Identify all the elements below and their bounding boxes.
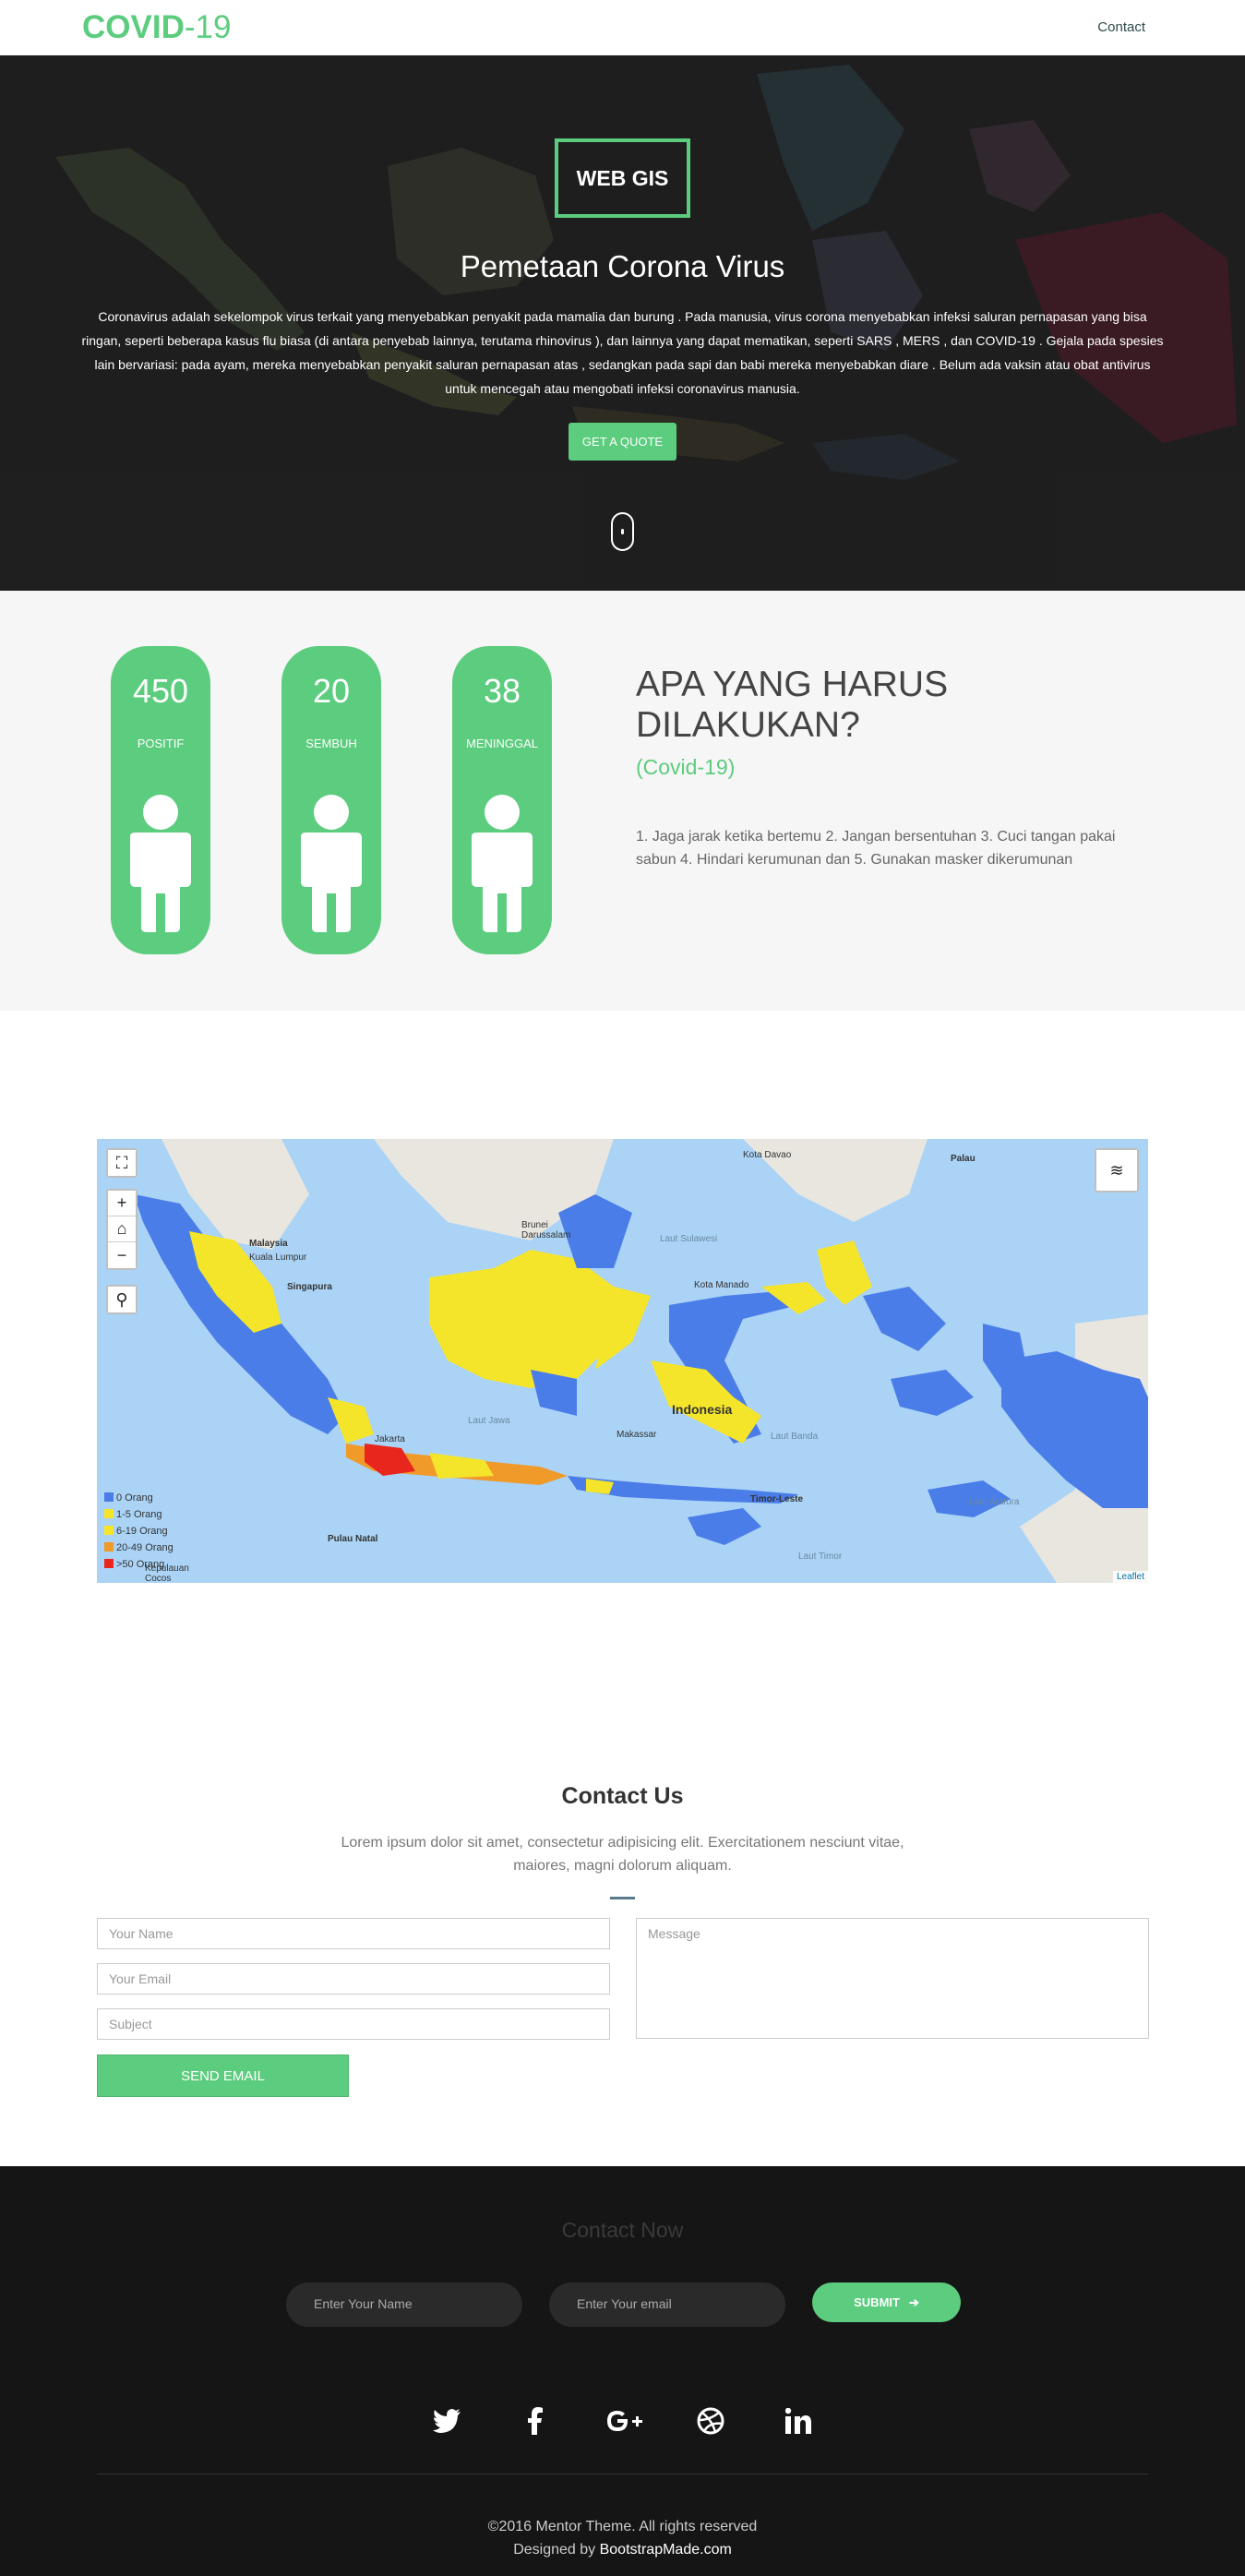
zoom-out-button[interactable]: − bbox=[108, 1242, 136, 1268]
stat-card-deceased: 38 MENINGGAL bbox=[452, 646, 552, 954]
footer-submit-button[interactable]: SUBMIT ➔ bbox=[812, 2282, 961, 2322]
map-label-indonesia: Indonesia bbox=[672, 1402, 733, 1417]
person-icon bbox=[472, 795, 533, 932]
map-label-christmas-island: Pulau Natal bbox=[328, 1534, 378, 1544]
linkedin-icon[interactable] bbox=[782, 2404, 815, 2438]
contact-title: Contact Us bbox=[561, 1783, 684, 1809]
leaflet-attribution-link[interactable]: Leaflet bbox=[1112, 1571, 1148, 1583]
legend-swatch bbox=[104, 1492, 114, 1502]
map-label-banda-sea: Laut Banda bbox=[771, 1432, 819, 1442]
map-label-makassar: Makassar bbox=[617, 1430, 657, 1440]
dribbble-icon[interactable] bbox=[694, 2404, 727, 2438]
hero-badge: WEB GIS bbox=[555, 138, 690, 218]
locate-control[interactable]: ⚲ bbox=[106, 1285, 138, 1314]
stat-label: MENINGGAL bbox=[465, 737, 538, 750]
twitter-icon[interactable] bbox=[430, 2404, 463, 2438]
legend-item: >50 Orang bbox=[104, 1556, 174, 1573]
google-plus-icon[interactable] bbox=[605, 2404, 645, 2438]
stat-label: SEMBUH bbox=[305, 737, 357, 750]
stat-card-recovered: 20 SEMBUH bbox=[281, 646, 381, 954]
fullscreen-icon[interactable]: ⛶ bbox=[108, 1150, 136, 1176]
map-label-kuala-lumpur: Kuala Lumpur bbox=[249, 1252, 307, 1263]
stat-value: 450 bbox=[132, 672, 189, 710]
person-icon bbox=[130, 795, 191, 932]
stats-section: 450 POSITIF 20 SEMBUH 38 MENINGGAL APA Y… bbox=[0, 591, 1245, 1011]
nav-contact-link[interactable]: Contact bbox=[1097, 19, 1145, 35]
designed-by: Designed by BootstrapMade.com bbox=[513, 2542, 732, 2558]
home-icon[interactable]: ⌂ bbox=[108, 1216, 136, 1242]
message-field[interactable]: Message bbox=[636, 1918, 1149, 2039]
email-field[interactable]: Your Email bbox=[97, 1963, 610, 1995]
zoom-in-button[interactable]: + bbox=[108, 1191, 136, 1216]
layers-control[interactable]: ≋ bbox=[1095, 1148, 1139, 1192]
map-label-malaysia: Malaysia bbox=[249, 1239, 288, 1249]
legend-swatch bbox=[104, 1526, 114, 1535]
map-label-davao: Kota Davao bbox=[743, 1150, 792, 1160]
footer-name-input[interactable]: Enter Your Name bbox=[286, 2282, 522, 2327]
navbar: COVID-19 Contact bbox=[0, 0, 1245, 55]
map-label-arafura-sea: Laut Arafura bbox=[969, 1497, 1020, 1507]
stat-label: POSITIF bbox=[137, 737, 185, 750]
subject-field[interactable]: Subject bbox=[97, 2008, 610, 2040]
advice-heading: APA YANG HARUS DILAKUKAN? bbox=[636, 665, 949, 745]
zoom-control: + ⌂ − bbox=[106, 1189, 138, 1270]
contact-description: Lorem ipsum dolor sit amet, consectetur … bbox=[341, 1835, 904, 1874]
legend-swatch bbox=[104, 1542, 114, 1552]
bootstrapmade-link[interactable]: BootstrapMade.com bbox=[600, 2542, 732, 2558]
hero-title: Pemetaan Corona Virus bbox=[460, 249, 785, 283]
person-icon bbox=[301, 795, 362, 932]
fullscreen-control[interactable]: ⛶ bbox=[106, 1148, 138, 1178]
footer-contact-title: Contact Now bbox=[561, 2218, 684, 2242]
footer-email-input[interactable]: Enter Your email bbox=[549, 2282, 785, 2327]
location-pin-icon[interactable]: ⚲ bbox=[108, 1287, 136, 1312]
map-label-timor-leste: Timor-Leste bbox=[750, 1494, 804, 1504]
legend-item: 6-19 Orang bbox=[104, 1523, 174, 1540]
layers-icon[interactable]: ≋ bbox=[1096, 1150, 1137, 1191]
map-label-java-sea: Laut Jawa bbox=[468, 1416, 510, 1426]
map-label-brunei: Brunei Darussalam bbox=[521, 1220, 571, 1240]
send-email-button[interactable]: SEND EMAIL bbox=[97, 2055, 349, 2097]
map-label-timor-sea: Laut Timor bbox=[798, 1552, 843, 1562]
covid-map[interactable]: ⛶ + ⌂ − ⚲ ≋ Malaysia Kuala Lumpur Singap… bbox=[97, 1139, 1148, 1583]
legend-item: 0 Orang bbox=[104, 1490, 174, 1506]
stat-value: 38 bbox=[483, 672, 521, 710]
map-label-manado: Kota Manado bbox=[694, 1280, 749, 1290]
advice-text: 1. Jaga jarak ketika bertemu 2. Jangan b… bbox=[636, 829, 1116, 868]
hero-section: WEB GIS Pemetaan Corona Virus Coronaviru… bbox=[0, 55, 1245, 591]
site-logo[interactable]: COVID-19 bbox=[82, 9, 231, 46]
hero-description: Coronavirus adalah sekelompok virus terk… bbox=[81, 309, 1164, 396]
scroll-mouse-icon[interactable] bbox=[611, 512, 634, 551]
map-regions bbox=[134, 1139, 1148, 1583]
copyright: ©2016 Mentor Theme. All rights reserved … bbox=[0, 2515, 1245, 2561]
map-label-singapore: Singapura bbox=[287, 1282, 332, 1292]
copyright-text: ©2016 Mentor Theme. All rights reserved bbox=[487, 2519, 758, 2534]
advice-subheading: (Covid-19) bbox=[636, 755, 736, 779]
legend-swatch bbox=[104, 1509, 114, 1518]
contact-divider bbox=[610, 1897, 635, 1899]
legend-swatch bbox=[104, 1559, 114, 1568]
map-label-sulawesi-sea: Laut Sulawesi bbox=[660, 1234, 718, 1244]
map-label-palau: Palau bbox=[951, 1154, 976, 1164]
map-legend: 0 Orang 1-5 Orang 6-19 Orang 20-49 Orang… bbox=[104, 1490, 174, 1573]
facebook-icon[interactable] bbox=[519, 2404, 552, 2438]
stat-value: 20 bbox=[312, 672, 351, 710]
arrow-right-icon: ➔ bbox=[908, 2294, 919, 2309]
map-label-jakarta: Jakarta bbox=[375, 1434, 405, 1444]
stat-card-positive: 450 POSITIF bbox=[111, 646, 210, 954]
legend-item: 20-49 Orang bbox=[104, 1540, 174, 1556]
legend-item: 1-5 Orang bbox=[104, 1506, 174, 1523]
get-quote-button[interactable]: GET A QUOTE bbox=[569, 423, 676, 461]
footer: Contact Now Enter Your Name Enter Your e… bbox=[0, 2166, 1245, 2576]
name-field[interactable]: Your Name bbox=[97, 1918, 610, 1949]
